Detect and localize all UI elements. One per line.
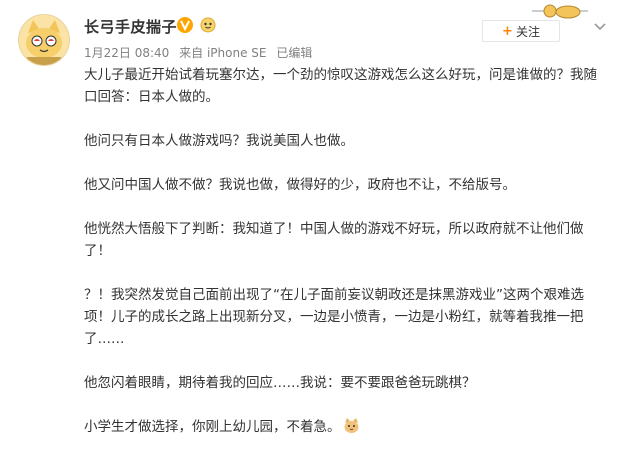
post-paragraph: 大儿子最近开始试着玩塞尔达，一个劲的惊叹这游戏怎么这么好玩，问是谁做的？我随口回… bbox=[84, 67, 597, 105]
post-paragraph: 他又问中国人做不做？我说也做，做得好的少，政府也不让，不给版号。 bbox=[84, 177, 516, 193]
user-avatar[interactable] bbox=[18, 14, 70, 66]
post-paragraph: 他恍然大悟般下了判断：我知道了！中国人做的游戏不好玩，所以政府就不让他们做了！ bbox=[84, 221, 584, 259]
vip-v-badge-icon bbox=[177, 17, 193, 33]
follow-button[interactable]: + 关注 bbox=[482, 20, 560, 42]
follow-label: 关注 bbox=[515, 24, 540, 39]
cat-card-decoration-icon bbox=[532, 4, 588, 19]
cartoon-cat-avatar-icon bbox=[19, 15, 69, 65]
post-timestamp[interactable]: 1月22日 08:40 bbox=[84, 46, 169, 60]
post-paragraph: 他忽闪着眼睛，期待着我的回应……我说：要不要跟爸爸玩跳棋？ bbox=[84, 375, 476, 391]
username[interactable]: 长弓手皮揣子 bbox=[84, 16, 177, 37]
post-paragraph: 小学生才做选择，你刚上幼儿园，不着急。 bbox=[84, 419, 341, 435]
plus-icon: + bbox=[502, 23, 513, 39]
post-paragraph: ？！我突然发觉自己面前出现了“在儿子面前妄议朝政还是抹黑游戏业”这两个艰难选项！… bbox=[84, 287, 584, 347]
cat-emoji-icon bbox=[344, 418, 358, 433]
post-meta: 1月22日 08:40 来自 iPhone SE 已编辑 bbox=[84, 44, 318, 61]
post-paragraph-last: 小学生才做选择，你刚上幼儿园，不着急。 bbox=[84, 416, 604, 438]
user-medal-icon[interactable] bbox=[197, 16, 219, 34]
post-source: 来自 iPhone SE bbox=[179, 46, 267, 60]
edited-label[interactable]: 已编辑 bbox=[276, 46, 312, 60]
post-body: 大儿子最近开始试着玩塞尔达，一个劲的惊叹这游戏怎么这么好玩，问是谁做的？我随口回… bbox=[84, 64, 604, 438]
chevron-down-icon[interactable] bbox=[592, 18, 608, 34]
post-paragraph: 他问只有日本人做游戏吗？我说美国人也做。 bbox=[84, 133, 354, 149]
